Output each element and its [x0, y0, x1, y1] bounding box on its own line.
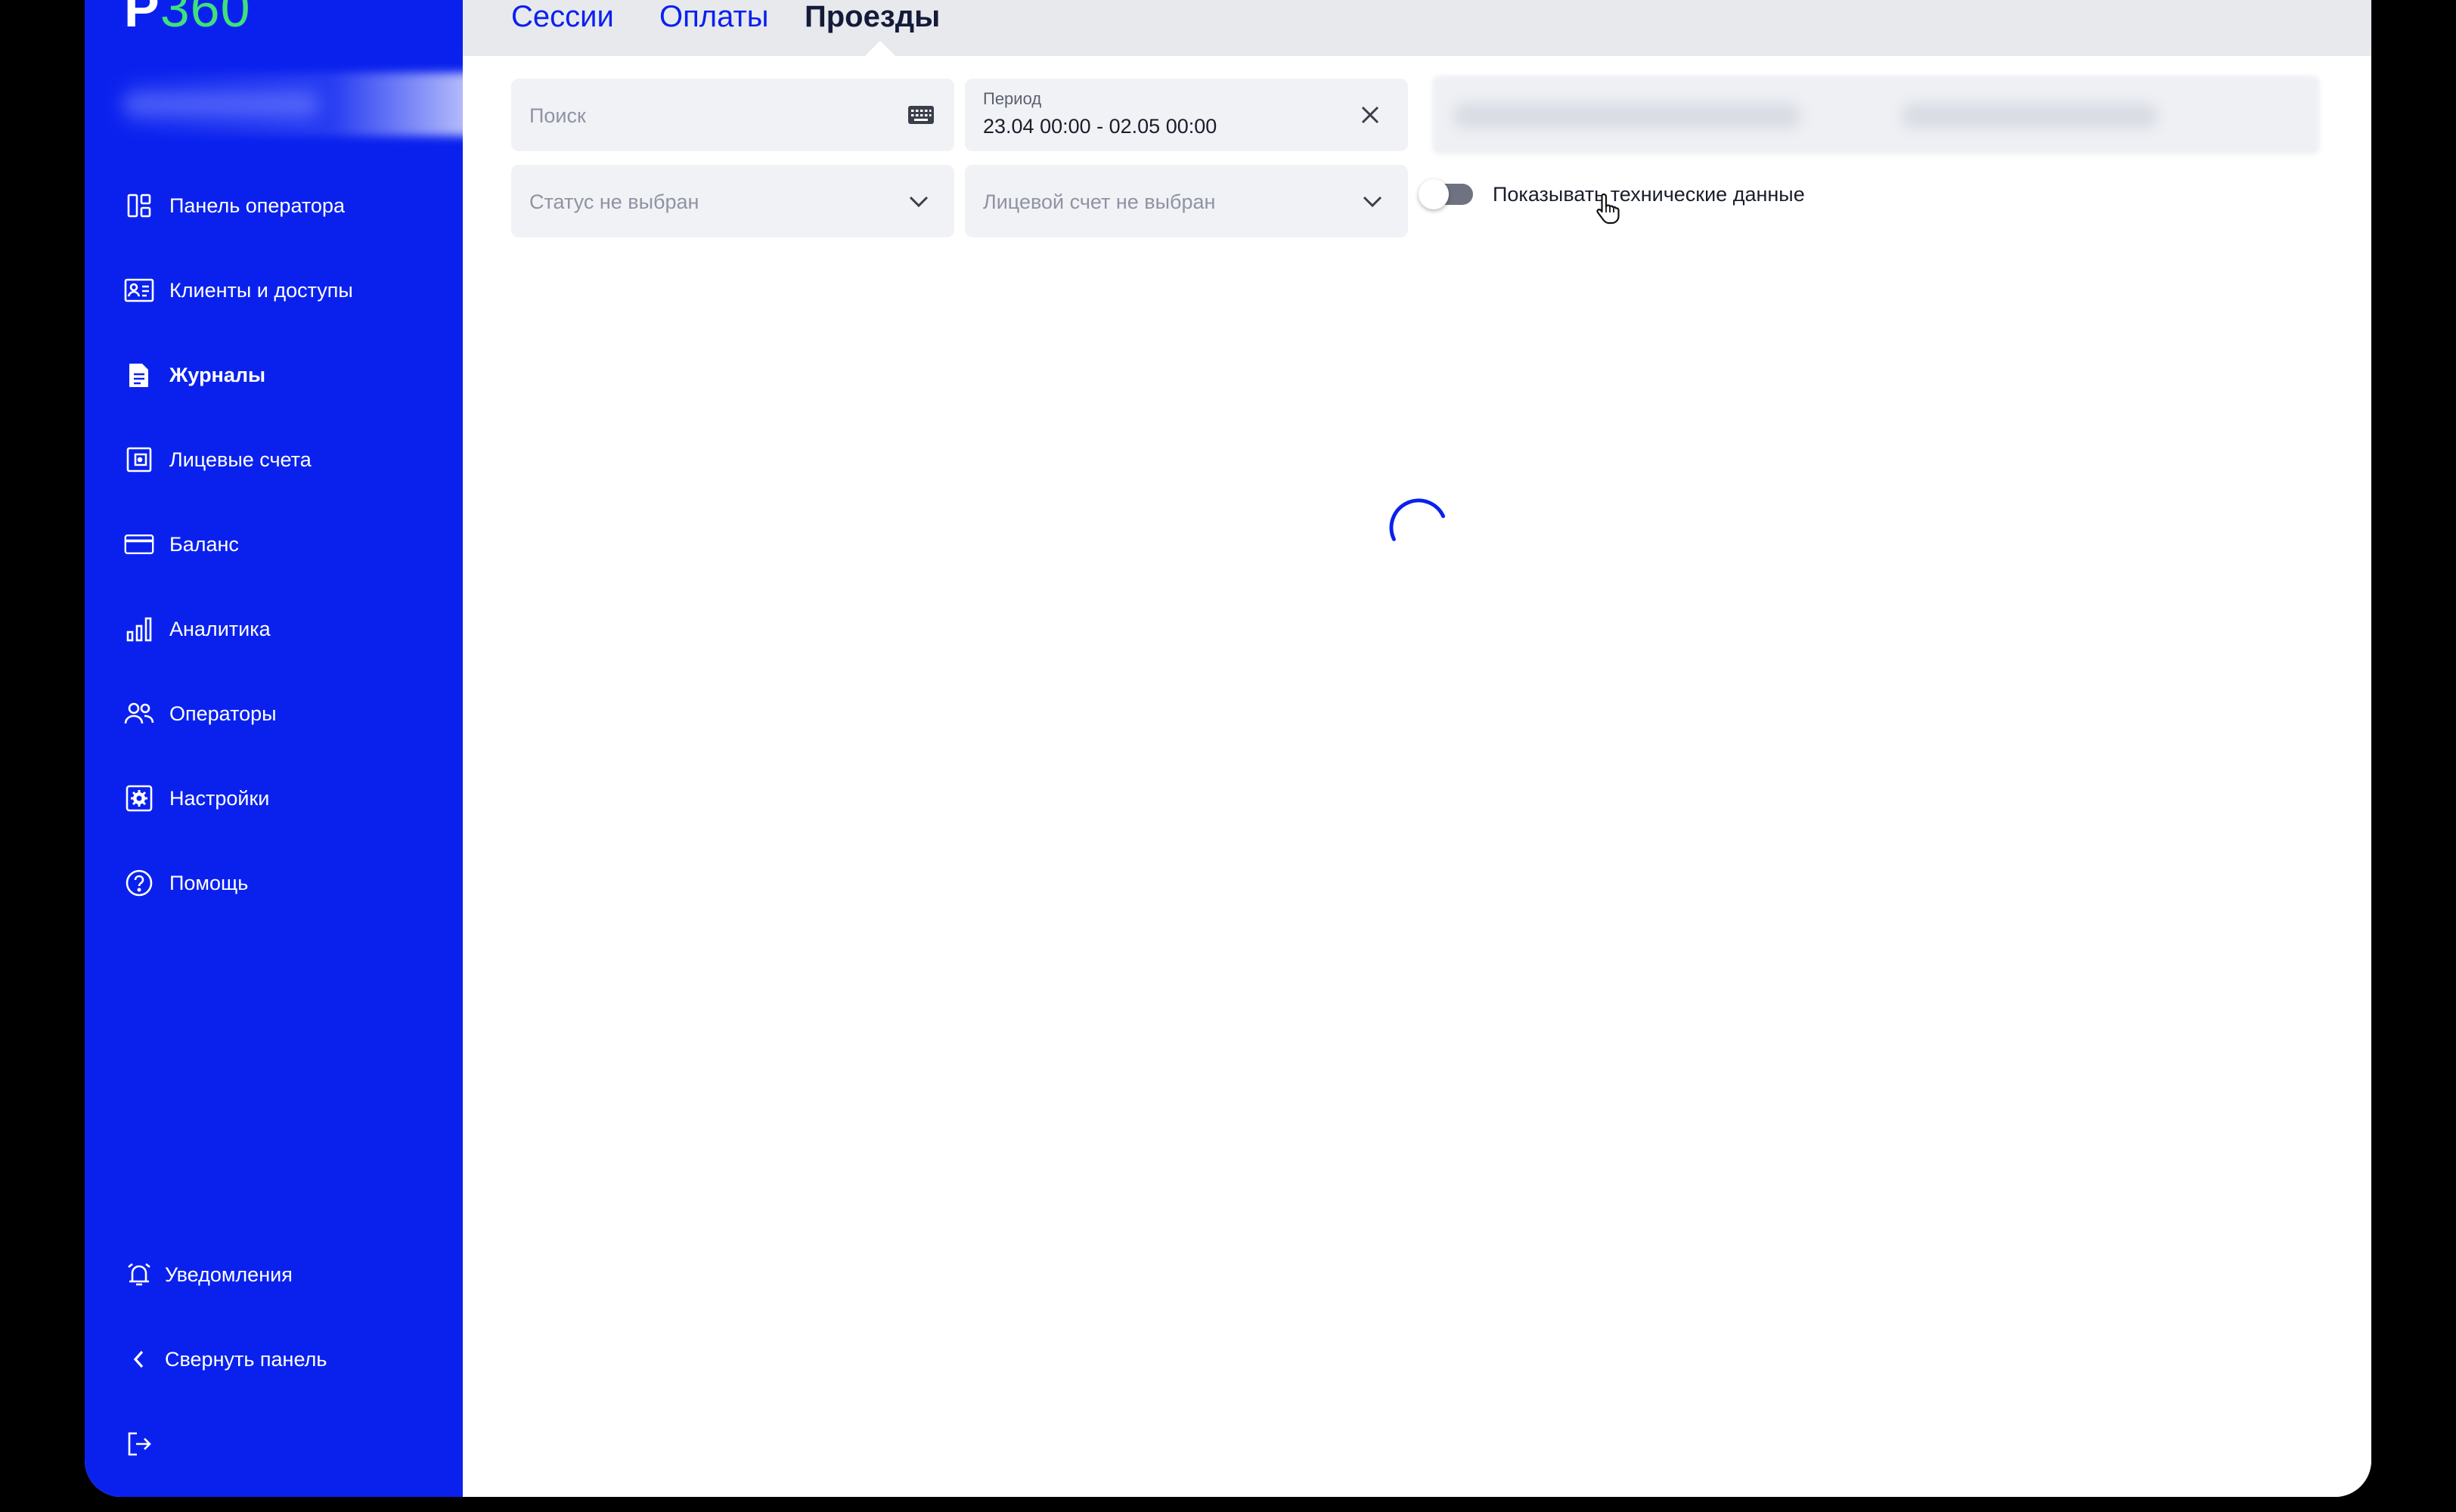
users-icon	[124, 699, 154, 729]
sidebar-item-label: Операторы	[169, 702, 277, 725]
app-window: P360 Панель оператора Клиенты и доступы	[85, 0, 2371, 1497]
notifications-button[interactable]: Уведомления	[85, 1232, 463, 1317]
period-caption: Период	[983, 89, 1042, 108]
main-content: Сессии Оплаты Проезды Поиск Период 23.04…	[463, 0, 2371, 1497]
period-field[interactable]: Период 23.04 00:00 - 02.05 00:00	[965, 79, 1408, 151]
chevron-left-icon	[124, 1344, 154, 1374]
help-icon	[124, 868, 154, 898]
search-placeholder: Поиск	[529, 104, 586, 127]
sidebar-item-label: Настройки	[169, 786, 270, 810]
dashboard-icon	[124, 191, 154, 221]
account-select[interactable]: Лицевой счет не выбран	[965, 165, 1408, 237]
sidebar-bottom: Уведомления Свернуть панель	[85, 1232, 463, 1486]
close-icon[interactable]	[1358, 103, 1382, 127]
logo[interactable]: P360	[124, 0, 251, 35]
gear-icon	[124, 783, 154, 813]
logout-icon	[124, 1429, 154, 1459]
id-card-icon	[124, 275, 154, 305]
bar-chart-icon	[124, 614, 154, 644]
chevron-down-icon	[1361, 191, 1384, 213]
document-icon	[124, 360, 154, 390]
sidebar-item-label: Клиенты и доступы	[169, 278, 353, 302]
chevron-down-icon	[907, 191, 930, 213]
sidebar: P360 Панель оператора Клиенты и доступы	[85, 0, 523, 1497]
collapse-panel-label: Свернуть панель	[165, 1347, 327, 1371]
sidebar-item-label: Панель оператора	[169, 194, 345, 217]
search-input[interactable]: Поиск	[511, 79, 954, 151]
journal-tabs: Сессии Оплаты Проезды	[463, 0, 2371, 56]
account-placeholder: Лицевой счет не выбран	[983, 191, 1216, 213]
sidebar-item-analytics[interactable]: Аналитика	[85, 587, 463, 671]
sidebar-item-label: Помощь	[169, 871, 249, 894]
status-placeholder: Статус не выбран	[529, 191, 699, 213]
sidebar-item-operators[interactable]: Операторы	[85, 671, 463, 756]
sidebar-item-accounts[interactable]: Лицевые счета	[85, 417, 463, 502]
period-value: 23.04 00:00 - 02.05 00:00	[983, 115, 1217, 138]
sidebar-item-label: Баланс	[169, 532, 239, 556]
logo-letter: P	[124, 0, 160, 38]
sidebar-item-help[interactable]: Помощь	[85, 841, 463, 925]
sidebar-item-operator-panel[interactable]: Панель оператора	[85, 163, 463, 248]
status-select[interactable]: Статус не выбран	[511, 165, 954, 237]
collapse-panel-button[interactable]: Свернуть панель	[85, 1317, 463, 1402]
hand-pointer-cursor-icon	[1595, 192, 1621, 229]
blurred-filter[interactable]	[1432, 76, 2320, 154]
tab-payments[interactable]: Оплаты	[659, 0, 769, 38]
sidebar-item-label: Аналитика	[169, 617, 271, 640]
tab-passages[interactable]: Проезды	[805, 0, 940, 38]
sidebar-nav: Панель оператора Клиенты и доступы Журна…	[85, 163, 463, 925]
sidebar-item-label: Лицевые счета	[169, 448, 312, 471]
sidebar-item-clients[interactable]: Клиенты и доступы	[85, 248, 463, 333]
sidebar-item-settings[interactable]: Настройки	[85, 756, 463, 841]
alarm-bell-icon	[124, 1259, 154, 1290]
sidebar-item-label: Журналы	[169, 363, 266, 386]
wallet-icon	[124, 445, 154, 475]
technical-data-label[interactable]: Показывать технические данные	[1493, 183, 1805, 206]
credit-card-icon	[124, 529, 154, 559]
account-selector-blurred[interactable]	[100, 73, 523, 136]
sidebar-item-balance[interactable]: Баланс	[85, 502, 463, 587]
notifications-label: Уведомления	[165, 1263, 293, 1286]
loading-spinner	[1387, 496, 1450, 563]
logo-number: 360	[160, 0, 251, 38]
tab-sessions[interactable]: Сессии	[511, 0, 614, 38]
technical-data-toggle[interactable]	[1419, 179, 1473, 209]
keyboard-icon[interactable]	[906, 104, 936, 125]
logout-button[interactable]	[85, 1402, 463, 1486]
toggle-knob	[1419, 179, 1449, 209]
active-tab-pointer	[865, 41, 895, 56]
sidebar-item-journals[interactable]: Журналы	[85, 333, 463, 417]
